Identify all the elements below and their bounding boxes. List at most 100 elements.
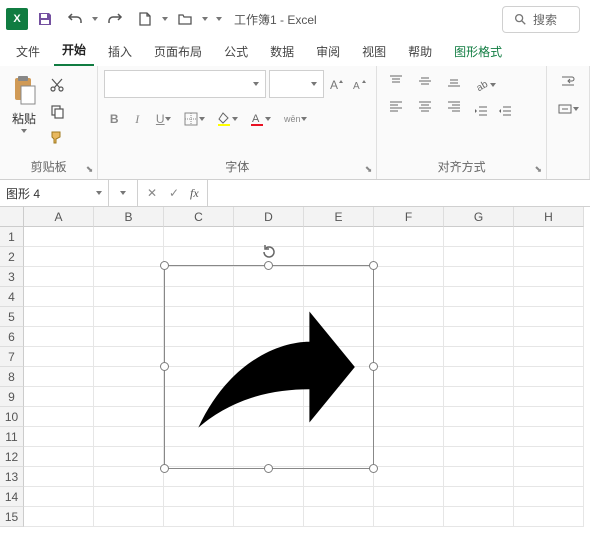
cell[interactable] bbox=[94, 327, 164, 347]
cell[interactable] bbox=[444, 467, 514, 487]
tab-insert[interactable]: 插入 bbox=[100, 39, 140, 66]
cell[interactable] bbox=[444, 447, 514, 467]
cell[interactable] bbox=[24, 347, 94, 367]
redo-icon[interactable] bbox=[102, 6, 128, 32]
cell[interactable] bbox=[94, 387, 164, 407]
formula-input[interactable] bbox=[208, 180, 590, 206]
decrease-indent-icon[interactable] bbox=[470, 100, 492, 122]
resize-handle-ne[interactable] bbox=[369, 261, 378, 270]
cell[interactable] bbox=[514, 387, 584, 407]
cell[interactable] bbox=[374, 407, 444, 427]
cell[interactable] bbox=[444, 387, 514, 407]
italic-button[interactable]: I bbox=[127, 108, 147, 130]
name-box[interactable]: 图形 4 bbox=[0, 180, 109, 206]
column-header[interactable]: H bbox=[514, 207, 584, 227]
cell[interactable] bbox=[514, 227, 584, 247]
underline-button[interactable]: U bbox=[150, 108, 176, 130]
cell[interactable] bbox=[514, 327, 584, 347]
cell[interactable] bbox=[444, 267, 514, 287]
cell[interactable] bbox=[514, 447, 584, 467]
cell[interactable] bbox=[234, 507, 304, 527]
orientation-button[interactable]: ab bbox=[470, 74, 500, 96]
cell[interactable] bbox=[304, 227, 374, 247]
tab-view[interactable]: 视图 bbox=[354, 39, 394, 66]
cell[interactable] bbox=[24, 247, 94, 267]
cell[interactable] bbox=[374, 287, 444, 307]
shrink-font-icon[interactable]: A bbox=[350, 73, 370, 95]
cells-area[interactable] bbox=[24, 227, 590, 547]
cell[interactable] bbox=[24, 267, 94, 287]
cell[interactable] bbox=[374, 267, 444, 287]
open-file-dropdown-icon[interactable] bbox=[202, 17, 208, 21]
borders-button[interactable] bbox=[179, 108, 209, 130]
resize-handle-n[interactable] bbox=[264, 261, 273, 270]
column-header[interactable]: A bbox=[24, 207, 94, 227]
row-header[interactable]: 11 bbox=[0, 427, 24, 447]
row-header[interactable]: 15 bbox=[0, 507, 24, 527]
row-header[interactable]: 3 bbox=[0, 267, 24, 287]
align-top-icon[interactable] bbox=[383, 70, 409, 92]
new-file-dropdown-icon[interactable] bbox=[162, 17, 168, 21]
merge-cells-icon[interactable] bbox=[553, 98, 583, 120]
cell[interactable] bbox=[304, 247, 374, 267]
tab-shape-format[interactable]: 图形格式 bbox=[446, 39, 510, 66]
cell[interactable] bbox=[514, 427, 584, 447]
align-center-icon[interactable] bbox=[412, 95, 438, 117]
cell[interactable] bbox=[94, 287, 164, 307]
enter-formula-icon[interactable]: ✓ bbox=[164, 182, 184, 204]
cell[interactable] bbox=[164, 227, 234, 247]
cell[interactable] bbox=[514, 307, 584, 327]
resize-handle-sw[interactable] bbox=[160, 464, 169, 473]
fx-icon[interactable]: fx bbox=[186, 186, 203, 201]
tab-data[interactable]: 数据 bbox=[262, 39, 302, 66]
cell[interactable] bbox=[374, 247, 444, 267]
cell[interactable] bbox=[24, 487, 94, 507]
column-header[interactable]: G bbox=[444, 207, 514, 227]
cell[interactable] bbox=[374, 347, 444, 367]
cell[interactable] bbox=[374, 507, 444, 527]
cell[interactable] bbox=[304, 467, 374, 487]
row-header[interactable]: 12 bbox=[0, 447, 24, 467]
row-header[interactable]: 7 bbox=[0, 347, 24, 367]
align-expand-icon[interactable]: ⬊ bbox=[534, 164, 542, 175]
column-header[interactable]: D bbox=[234, 207, 304, 227]
save-icon[interactable] bbox=[32, 6, 58, 32]
font-size-combo[interactable] bbox=[269, 70, 324, 98]
cell[interactable] bbox=[444, 407, 514, 427]
cell[interactable] bbox=[94, 447, 164, 467]
cell[interactable] bbox=[24, 227, 94, 247]
cell[interactable] bbox=[444, 367, 514, 387]
undo-icon[interactable] bbox=[62, 6, 88, 32]
cell[interactable] bbox=[374, 467, 444, 487]
cell[interactable] bbox=[304, 507, 374, 527]
cell[interactable] bbox=[94, 507, 164, 527]
qat-customize-icon[interactable] bbox=[216, 17, 222, 21]
cell[interactable] bbox=[444, 307, 514, 327]
row-header[interactable]: 14 bbox=[0, 487, 24, 507]
cell[interactable] bbox=[24, 407, 94, 427]
row-header[interactable]: 10 bbox=[0, 407, 24, 427]
tab-formulas[interactable]: 公式 bbox=[216, 39, 256, 66]
cell[interactable] bbox=[164, 487, 234, 507]
cell[interactable] bbox=[374, 387, 444, 407]
bold-button[interactable]: B bbox=[104, 108, 124, 130]
resize-handle-nw[interactable] bbox=[160, 261, 169, 270]
cell[interactable] bbox=[514, 247, 584, 267]
cell[interactable] bbox=[94, 467, 164, 487]
resize-handle-e[interactable] bbox=[369, 362, 378, 371]
font-color-button[interactable]: A bbox=[245, 108, 275, 130]
cell[interactable] bbox=[94, 367, 164, 387]
cell[interactable] bbox=[234, 487, 304, 507]
resize-handle-se[interactable] bbox=[369, 464, 378, 473]
cell[interactable] bbox=[24, 467, 94, 487]
cell[interactable] bbox=[94, 427, 164, 447]
cell[interactable] bbox=[94, 407, 164, 427]
tab-file[interactable]: 文件 bbox=[8, 39, 48, 66]
tab-help[interactable]: 帮助 bbox=[400, 39, 440, 66]
cell[interactable] bbox=[444, 247, 514, 267]
cell[interactable] bbox=[164, 247, 234, 267]
cell[interactable] bbox=[444, 487, 514, 507]
phonetic-button[interactable]: wēn bbox=[278, 108, 312, 130]
cell[interactable] bbox=[24, 387, 94, 407]
cell[interactable] bbox=[444, 227, 514, 247]
